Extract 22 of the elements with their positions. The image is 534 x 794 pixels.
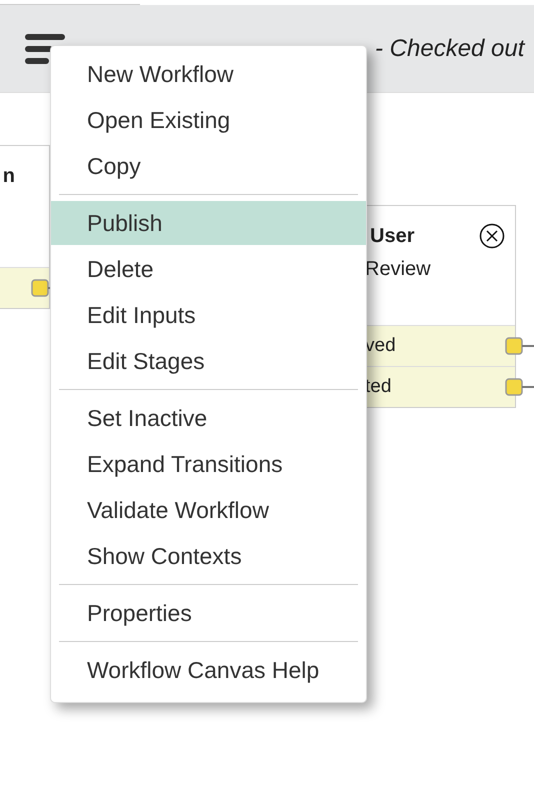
close-icon[interactable]: [479, 223, 505, 249]
node-title: n: [2, 164, 15, 188]
menu-item[interactable]: Show Contexts: [51, 534, 366, 578]
node-title: User: [370, 224, 414, 248]
port-icon[interactable]: [505, 378, 534, 396]
menu-item[interactable]: Delete: [51, 247, 366, 291]
menu-item[interactable]: New Workflow: [51, 52, 366, 96]
transition-label: ved: [365, 335, 396, 357]
menu-item[interactable]: Copy: [51, 144, 366, 188]
menu-item[interactable]: Edit Inputs: [51, 293, 366, 337]
menu-item[interactable]: Open Existing: [51, 98, 366, 142]
menu-item[interactable]: Publish: [51, 201, 366, 245]
menu-icon[interactable]: [25, 34, 65, 64]
menu-item[interactable]: Properties: [51, 591, 366, 635]
menu-item[interactable]: Validate Workflow: [51, 488, 366, 532]
menu-item[interactable]: Expand Transitions: [51, 442, 366, 486]
checkout-status: - Checked out: [375, 34, 524, 62]
menu-item[interactable]: Set Inactive: [51, 396, 366, 440]
menu-item[interactable]: Edit Stages: [51, 339, 366, 383]
menu-item[interactable]: Workflow Canvas Help: [51, 648, 366, 692]
port-icon[interactable]: [505, 337, 534, 355]
node-subtitle: Review: [365, 258, 431, 280]
